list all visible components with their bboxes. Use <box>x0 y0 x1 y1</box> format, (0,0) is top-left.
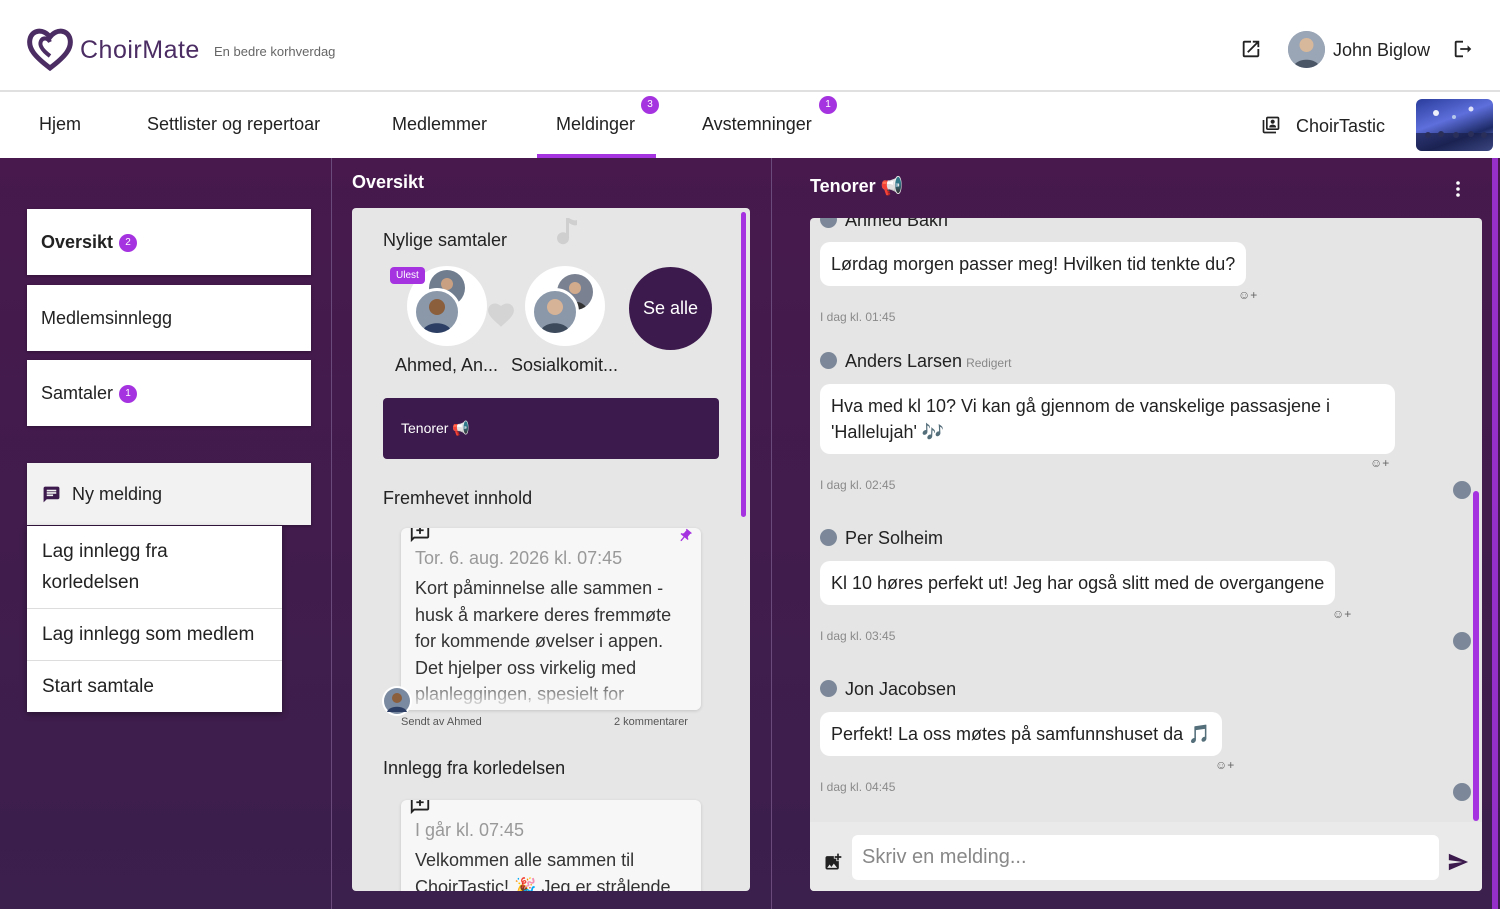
menu-item-board-post[interactable]: Lag innlegg fra korledelsen <box>27 526 282 609</box>
nav-polls[interactable]: Avstemninger <box>702 114 812 135</box>
post-date: I går kl. 07:45 <box>415 820 525 840</box>
overview-badge: 2 <box>119 234 138 253</box>
user-avatar[interactable] <box>1288 31 1325 68</box>
top-header: ChoirMate En bedre korhverdag John Biglo… <box>0 0 1500 92</box>
menu-item-member-post[interactable]: Lag innlegg som medlem <box>27 609 282 661</box>
read-receipt-avatar <box>1453 481 1471 499</box>
message-time: I dag kl. 03:45 <box>820 629 896 643</box>
message-composer <box>810 822 1482 891</box>
sidebar-item-member-posts[interactable]: Medlemsinnlegg <box>27 285 311 351</box>
author-avatar <box>820 218 837 228</box>
polls-badge: 1 <box>819 96 837 114</box>
add-reaction-icon[interactable]: ☺+ <box>1215 758 1234 772</box>
message-author: Anders Larsen Redigert <box>820 351 1011 372</box>
read-receipt-avatar <box>1453 632 1471 650</box>
chat-title: Tenorer 📢 <box>810 176 904 196</box>
more-vert-icon[interactable] <box>1450 180 1466 198</box>
sidebar-item-conversations[interactable]: Samtaler 1 <box>27 360 311 426</box>
post-add-icon <box>410 800 430 815</box>
nav-messages[interactable]: Meldinger <box>556 114 635 135</box>
heart-icon <box>488 303 514 327</box>
conversation-name[interactable]: Sosialkomit... <box>511 355 623 376</box>
main-nav: Hjem Settlister og repertoar Medlemmer M… <box>0 93 1500 158</box>
edited-label: Redigert <box>966 356 1012 370</box>
external-link-icon[interactable] <box>1240 38 1262 60</box>
post-comments[interactable]: 2 kommentarer <box>614 716 688 728</box>
board-post-card[interactable]: I går kl. 07:45 Velkommen alle sammen ti… <box>401 800 701 891</box>
choir-name[interactable]: ChoirTastic <box>1296 116 1385 137</box>
music-note-icon <box>557 218 577 245</box>
overview-title: Oversikt <box>352 172 425 192</box>
conversations-badge: 1 <box>119 385 138 404</box>
message-bubble: Kl 10 høres perfekt ut! Jeg har også sli… <box>820 561 1336 605</box>
post-sent-by: Sendt av Ahmed <box>401 716 482 728</box>
sidebar-item-label: Oversikt <box>41 232 114 252</box>
main-area: Oversikt 2 Medlemsinnlegg Samtaler 1 Ny me… <box>0 158 1500 909</box>
board-posts-title: Innlegg fra korledelsen <box>383 758 566 778</box>
column-divider <box>771 158 772 909</box>
overview-scrollbar[interactable] <box>741 212 746 517</box>
messages-badge: 3 <box>641 96 659 114</box>
post-body: Velkommen alle sammen til ChoirTastic! 🎉… <box>415 850 671 891</box>
brand-name: ChoirMate <box>80 36 200 64</box>
image-icon[interactable] <box>823 852 843 872</box>
column-divider <box>331 158 332 909</box>
post-add-icon <box>410 528 430 543</box>
message-time: I dag kl. 02:45 <box>820 478 896 492</box>
conversation-avatar[interactable] <box>525 266 605 346</box>
post-author-avatar <box>382 686 412 716</box>
logout-icon[interactable] <box>1452 38 1474 60</box>
new-message-label: Ny melding <box>72 484 163 504</box>
message-bubble: Perfekt! La oss møtes på samfunnshuset d… <box>820 712 1222 756</box>
new-message-button[interactable]: Ny melding <box>27 463 311 525</box>
add-reaction-icon[interactable]: ☺+ <box>1332 607 1351 621</box>
sidebar-item-overview[interactable]: Oversikt 2 <box>27 209 311 275</box>
message-author: Jon Jacobsen <box>820 679 956 700</box>
heart-logo-icon[interactable] <box>26 26 74 72</box>
pin-icon[interactable] <box>677 528 693 544</box>
message-time: I dag kl. 01:45 <box>820 310 896 324</box>
chat-panel: Ahmed Bakri Lørdag morgen passer meg! Hv… <box>810 218 1482 891</box>
message-author: Ahmed Bakri <box>820 218 948 231</box>
user-name[interactable]: John Biglow <box>1333 40 1430 61</box>
author-avatar <box>820 529 837 546</box>
conversation-name[interactable]: Ahmed, An... <box>395 355 501 376</box>
message-input[interactable] <box>852 835 1439 880</box>
nav-members[interactable]: Medlemmer <box>392 114 487 135</box>
author-avatar <box>820 352 837 369</box>
active-conversation-button[interactable]: Tenorer 📢 <box>383 398 719 459</box>
overview-panel: Nylige samtaler Ulest Ahmed, An... Sosia… <box>352 208 750 891</box>
message-author: Per Solheim <box>820 528 943 549</box>
unread-tag: Ulest <box>390 267 425 284</box>
message-icon <box>43 486 60 503</box>
nav-setlists[interactable]: Settlister og repertoar <box>147 114 320 135</box>
read-receipt-avatar <box>1453 783 1471 801</box>
menu-item-start-conversation[interactable]: Start samtale <box>27 661 282 712</box>
message-bubble: Hva med kl 10? Vi kan gå gjennom de vans… <box>820 384 1395 454</box>
page-scrollbar[interactable] <box>1492 158 1498 909</box>
message-time: I dag kl. 04:45 <box>820 780 896 794</box>
post-date: Tor. 6. aug. 2026 kl. 07:45 <box>415 548 623 568</box>
send-icon[interactable] <box>1447 851 1469 873</box>
sidebar-item-label: Medlemsinnlegg <box>41 308 173 328</box>
featured-post-card[interactable]: Tor. 6. aug. 2026 kl. 07:45 Kort påminne… <box>401 528 701 710</box>
post-fade <box>401 678 701 710</box>
see-all-button[interactable]: Se alle <box>629 267 712 350</box>
message-bubble: Lørdag morgen passer meg! Hvilken tid te… <box>820 242 1247 286</box>
recent-conversations-title: Nylige samtaler <box>383 230 508 250</box>
new-message-menu: Lag innlegg fra korledelsen Lag innlegg … <box>27 526 282 712</box>
chat-scrollbar[interactable] <box>1473 491 1479 821</box>
nav-home[interactable]: Hjem <box>39 114 81 135</box>
tagline: En bedre korhverdag <box>214 44 336 59</box>
featured-title: Fremhevet innhold <box>383 488 533 508</box>
add-reaction-icon[interactable]: ☺+ <box>1370 456 1389 470</box>
sidebar-item-label: Samtaler <box>41 383 114 403</box>
choir-image[interactable] <box>1416 99 1493 151</box>
author-avatar <box>820 680 837 697</box>
library-icon <box>1262 116 1280 134</box>
add-reaction-icon[interactable]: ☺+ <box>1238 288 1257 302</box>
